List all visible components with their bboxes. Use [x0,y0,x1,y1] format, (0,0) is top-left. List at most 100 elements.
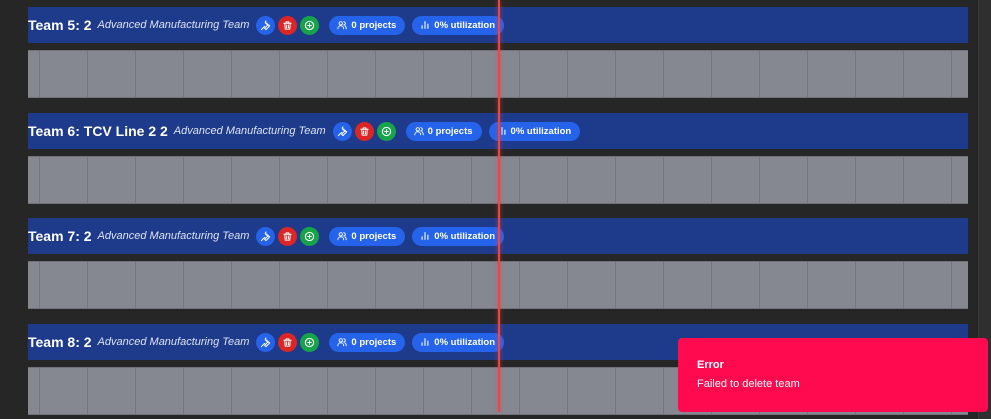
timeline-cell[interactable] [856,157,904,203]
utilization-badge: 0% utilization [412,15,504,35]
timeline-cell[interactable] [904,262,952,308]
timeline-cell[interactable] [520,368,568,414]
timeline-cell[interactable] [184,368,232,414]
delete-team-button[interactable] [278,226,298,246]
timeline-cell[interactable] [280,157,328,203]
timeline-cell[interactable] [856,51,904,97]
timeline-cell[interactable] [328,368,376,414]
timeline-cell[interactable] [184,51,232,97]
timeline-cell[interactable] [712,51,760,97]
timeline-cell[interactable] [856,262,904,308]
trash-icon [359,126,369,136]
left-gutter [0,0,28,419]
timeline-cell[interactable] [28,262,40,308]
error-toast[interactable]: Error Failed to delete team [678,338,988,412]
add-project-button[interactable] [300,15,320,35]
edit-team-button[interactable] [256,226,276,246]
users-icon [337,232,348,241]
delete-team-button[interactable] [278,15,298,35]
team-subtitle: Advanced Manufacturing Team [173,125,326,137]
timeline-cell[interactable] [568,51,616,97]
timeline-cell[interactable] [280,51,328,97]
users-icon [414,127,424,136]
timeline-cell[interactable] [40,157,88,203]
timeline-cell[interactable] [40,262,88,308]
timeline-cell[interactable] [568,157,616,203]
timeline-cell[interactable] [904,51,952,97]
timeline-cell[interactable] [328,51,376,97]
add-project-button[interactable] [300,226,320,246]
timeline-cell[interactable] [232,262,280,308]
timeline-cell[interactable] [712,262,760,308]
timeline-cell[interactable] [88,157,136,203]
timeline-cell[interactable] [472,157,520,203]
timeline-cell[interactable] [616,368,664,414]
timeline-cell[interactable] [424,157,472,203]
projects-count: 0 projects [351,19,397,31]
timeline-cell[interactable] [472,51,520,97]
timeline-cell[interactable] [664,157,712,203]
timeline-cell[interactable] [376,51,424,97]
timeline-cell[interactable] [136,157,184,203]
timeline-cell[interactable] [40,51,88,97]
team-name: Team 8: 2 [28,334,92,350]
edit-team-button[interactable] [256,15,276,35]
timeline-cell[interactable] [808,262,856,308]
timeline-cell[interactable] [184,262,232,308]
edit-team-button[interactable] [332,121,352,141]
timeline-cell[interactable] [88,368,136,414]
timeline-cell[interactable] [280,368,328,414]
timeline-cell[interactable] [28,157,40,203]
timeline-cell[interactable] [88,51,136,97]
timeline-cell[interactable] [424,51,472,97]
timeline-cell[interactable] [472,262,520,308]
timeline-cell[interactable] [280,262,328,308]
timeline-cell[interactable] [136,51,184,97]
timeline-cell[interactable] [568,368,616,414]
timeline-cell[interactable] [232,157,280,203]
timeline-cell[interactable] [664,262,712,308]
team-name: Team 6: TCV Line 2 2 [28,123,168,139]
timeline-cell[interactable] [568,262,616,308]
edit-team-button[interactable] [256,332,276,352]
timeline-cell[interactable] [616,262,664,308]
timeline-cell[interactable] [808,157,856,203]
team-subtitle: Advanced Manufacturing Team [97,336,250,348]
add-project-button[interactable] [376,121,396,141]
timeline-cell[interactable] [376,262,424,308]
timeline-cell[interactable] [616,157,664,203]
delete-team-button[interactable] [278,332,298,352]
timeline-cell[interactable] [376,368,424,414]
trash-icon [283,337,293,347]
timeline-cell[interactable] [808,51,856,97]
timeline-cell[interactable] [232,51,280,97]
timeline-cell[interactable] [376,157,424,203]
timeline-cell[interactable] [520,262,568,308]
delete-team-button[interactable] [354,121,374,141]
timeline-cell[interactable] [904,157,952,203]
current-time-line [498,0,500,412]
timeline-cell[interactable] [472,368,520,414]
timeline-cell[interactable] [760,262,808,308]
timeline-cell[interactable] [424,262,472,308]
timeline-cell[interactable] [760,157,808,203]
timeline-cell[interactable] [664,51,712,97]
timeline-cell[interactable] [184,157,232,203]
timeline-cell[interactable] [40,368,88,414]
timeline-cell[interactable] [136,368,184,414]
timeline-cell[interactable] [328,157,376,203]
timeline-cell[interactable] [88,262,136,308]
timeline-cell[interactable] [28,368,40,414]
timeline-cell[interactable] [136,262,184,308]
projects-count: 0 projects [351,336,397,348]
timeline-cell[interactable] [520,157,568,203]
timeline-cell[interactable] [328,262,376,308]
timeline-cell[interactable] [424,368,472,414]
timeline-cell[interactable] [616,51,664,97]
timeline-cell[interactable] [28,51,40,97]
timeline-cell[interactable] [232,368,280,414]
timeline-cell[interactable] [520,51,568,97]
timeline-cell[interactable] [712,157,760,203]
add-project-button[interactable] [300,332,320,352]
timeline-cell[interactable] [760,51,808,97]
